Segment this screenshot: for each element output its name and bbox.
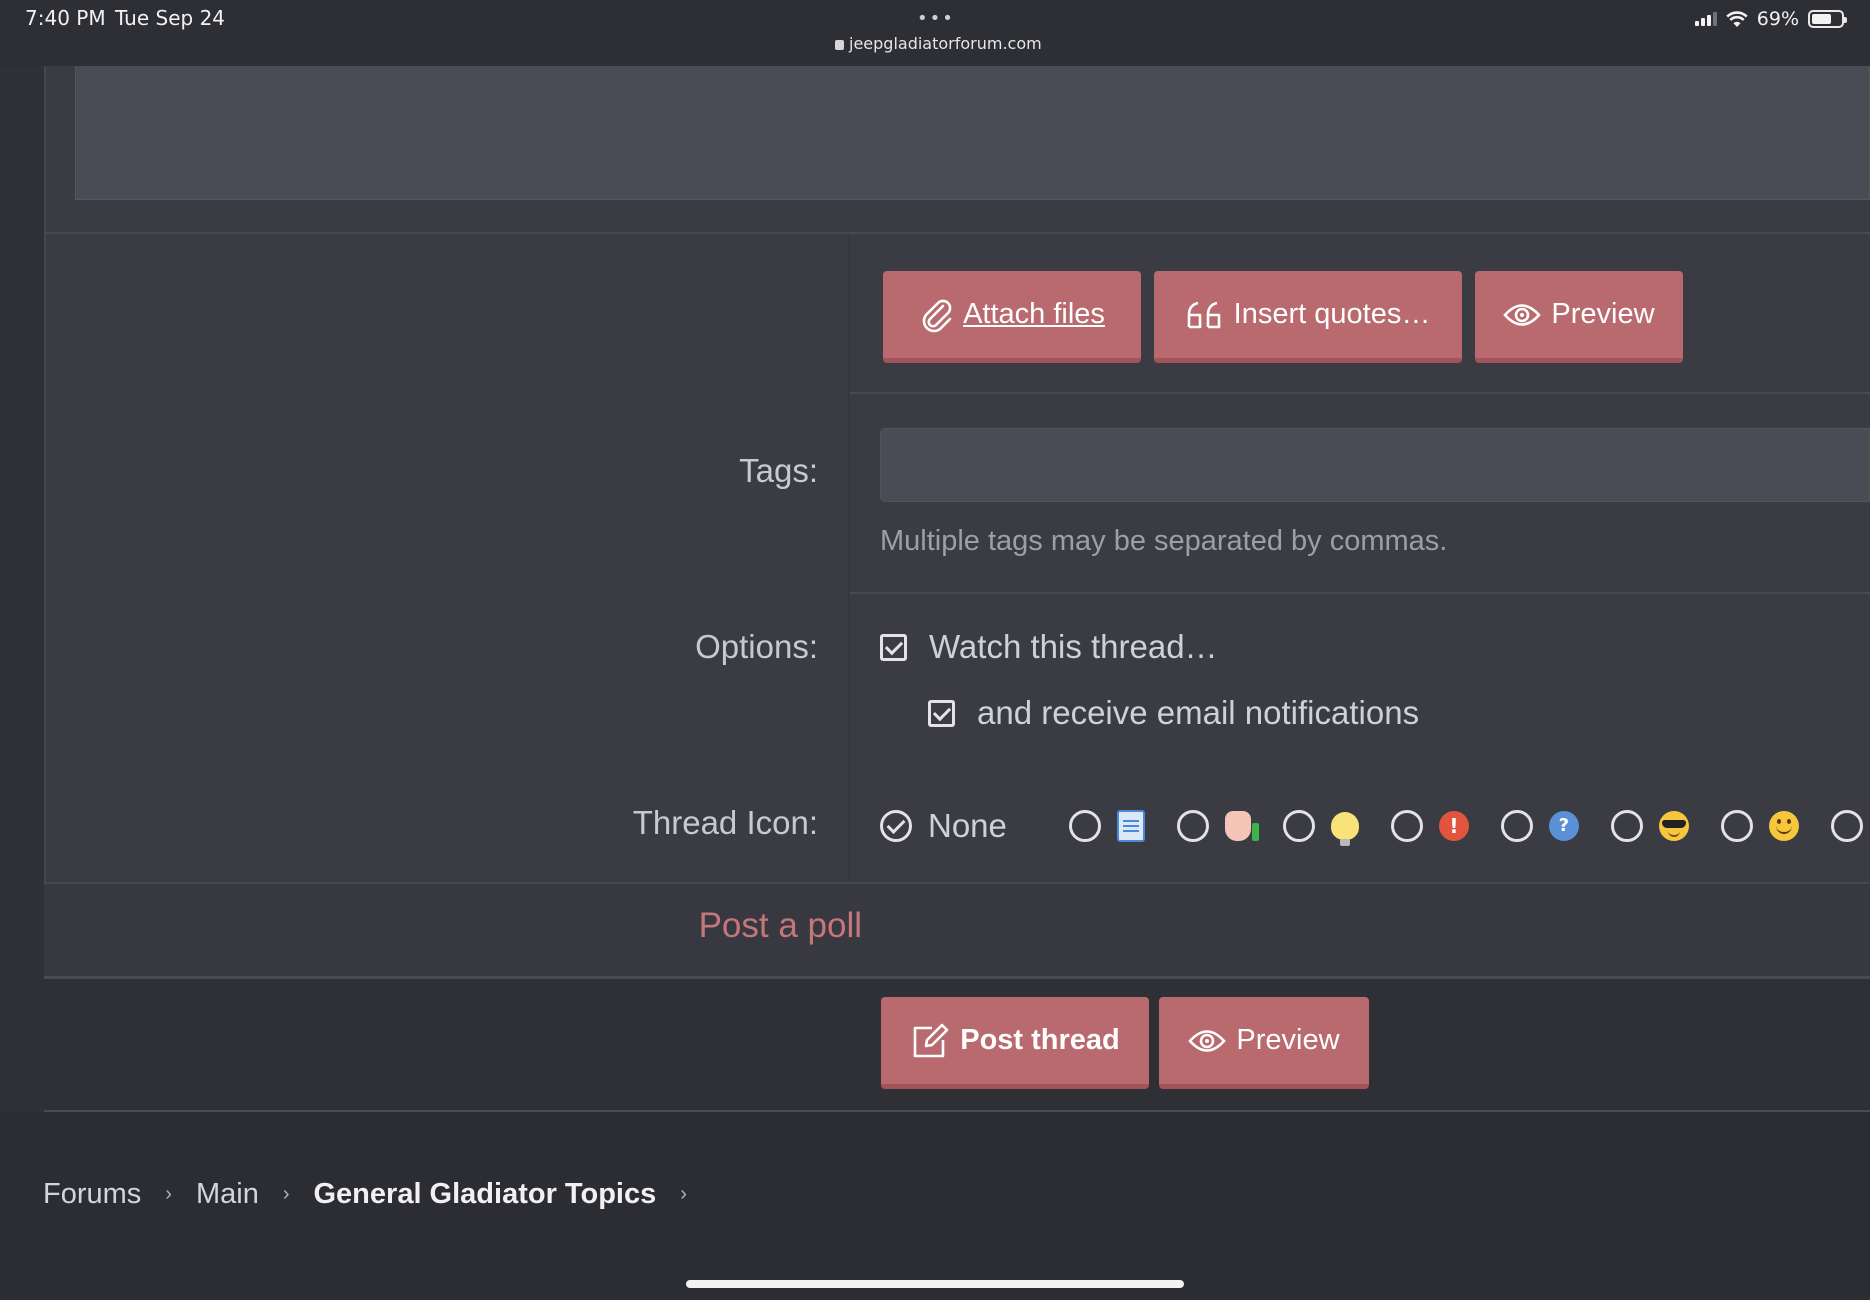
radio-thumbs-up[interactable] (1176, 810, 1209, 842)
thread-icon-option-more[interactable] (1830, 810, 1870, 842)
cellular-signal-icon (1694, 12, 1717, 26)
poll-row: Post a poll (44, 882, 1870, 976)
none-label: None (928, 807, 1007, 844)
status-bar: 7:40 PM Tue Sep 24 ••• jeepgladiatorforu… (0, 0, 1870, 66)
column-divider (848, 234, 850, 882)
thread-icon-option-thumbs-up[interactable] (1176, 810, 1259, 842)
chevron-right-icon: › (282, 1183, 290, 1205)
submit-preview-label: Preview (1236, 1024, 1340, 1056)
question-icon: ? (1548, 811, 1579, 841)
status-date: Tue Sep 24 (115, 6, 226, 30)
radio-lightbulb[interactable] (1282, 810, 1315, 842)
status-indicators: 69% (1694, 8, 1847, 30)
cool-icon (1658, 811, 1689, 841)
attach-files-label: Attach files (963, 298, 1105, 330)
divider (44, 232, 1870, 234)
divider (850, 592, 1870, 594)
document-icon (1116, 810, 1145, 842)
breadcrumb: Forums › Main › General Gladiator Topics… (43, 1178, 687, 1211)
lightbulb-icon (1330, 812, 1359, 846)
radio-document[interactable] (1068, 810, 1101, 842)
radio-question[interactable] (1500, 810, 1533, 842)
submit-preview-button[interactable]: Preview (1159, 997, 1369, 1089)
attach-files-button[interactable]: Attach files (883, 271, 1141, 363)
email-notifications-checkbox[interactable] (928, 699, 955, 727)
preview-button[interactable]: Preview (1475, 271, 1683, 363)
insert-quotes-label: Insert quotes… (1233, 298, 1431, 330)
wifi-icon (1726, 10, 1748, 27)
home-indicator[interactable] (686, 1280, 1184, 1288)
radio-cool[interactable] (1610, 810, 1643, 842)
lock-icon (835, 40, 844, 50)
preview-label: Preview (1551, 298, 1655, 330)
edit-icon (913, 1023, 949, 1057)
radio-more[interactable] (1830, 810, 1863, 842)
email-notifications-option[interactable]: and receive email notifications (928, 694, 1419, 732)
tags-hint: Multiple tags may be separated by commas… (880, 525, 1448, 557)
radio-smile[interactable] (1720, 810, 1753, 842)
eye-icon (1503, 303, 1542, 326)
thread-icon-option-lightbulb[interactable] (1282, 810, 1359, 846)
watch-thread-checkbox[interactable] (880, 633, 907, 661)
thread-icon-option-cool[interactable] (1610, 810, 1689, 842)
smile-icon (1768, 811, 1799, 841)
breadcrumb-item-forums[interactable]: Forums (43, 1178, 141, 1211)
thread-icon-option-none[interactable]: None (880, 807, 1037, 845)
eye-icon (1188, 1029, 1227, 1052)
thread-icon-label: Thread Icon: (632, 804, 818, 841)
watch-thread-label: Watch this thread… (929, 628, 1218, 665)
post-thread-label: Post thread (960, 1024, 1120, 1056)
post-thread-button[interactable]: Post thread (881, 997, 1149, 1089)
insert-quotes-button[interactable]: Insert quotes… (1154, 271, 1462, 363)
address-url: jeepgladiatorforum.com (849, 34, 1042, 53)
breadcrumb-item-general-gladiator-topics[interactable]: General Gladiator Topics (314, 1178, 657, 1211)
address-bar[interactable]: jeepgladiatorforum.com (835, 34, 1042, 53)
watch-thread-option[interactable]: Watch this thread… (880, 628, 1218, 666)
paperclip-icon (922, 299, 952, 332)
quote-icon (1187, 301, 1220, 328)
post-poll-link[interactable]: Post a poll (462, 906, 862, 946)
divider (850, 392, 1870, 394)
thread-icon-option-document[interactable] (1068, 810, 1145, 842)
tags-label: Tags: (739, 452, 818, 489)
thumbs-up-icon (1224, 811, 1259, 841)
thread-icon-option-exclamation[interactable]: ! (1390, 810, 1469, 842)
multitasking-dots-icon[interactable]: ••• (917, 8, 955, 29)
options-label: Options: (695, 628, 818, 665)
battery-percent: 69% (1756, 8, 1799, 30)
page-gutter (0, 66, 44, 1112)
chevron-right-icon: › (680, 1183, 687, 1205)
message-editor[interactable] (75, 66, 1870, 200)
status-time: 7:40 PM (25, 6, 106, 30)
thread-icon-option-smile[interactable] (1720, 810, 1799, 842)
breadcrumb-item-main[interactable]: Main (196, 1178, 259, 1211)
chevron-right-icon: › (165, 1183, 172, 1205)
exclamation-icon: ! (1438, 811, 1469, 841)
tags-input[interactable] (880, 428, 1870, 502)
battery-icon (1808, 10, 1847, 28)
radio-exclamation[interactable] (1390, 810, 1423, 842)
email-notifications-label: and receive email notifications (977, 694, 1420, 731)
radio-none[interactable] (880, 810, 912, 842)
thread-icon-picker: None ! ? (880, 806, 1870, 846)
thread-icon-option-question[interactable]: ? (1500, 810, 1579, 842)
